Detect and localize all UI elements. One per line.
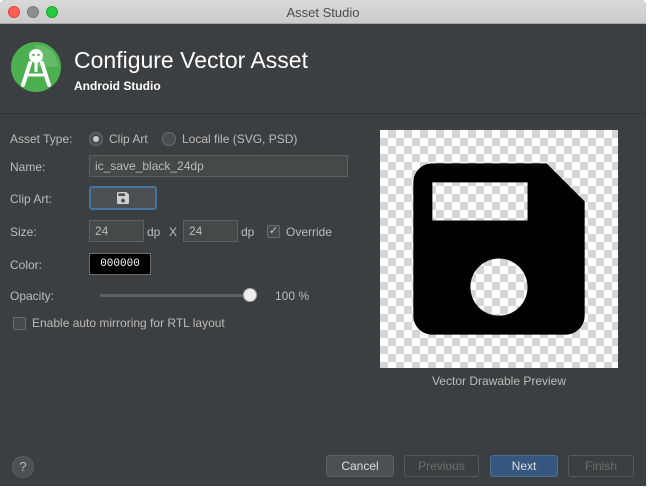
page-subtitle: Android Studio bbox=[74, 79, 161, 93]
opacity-slider-track[interactable] bbox=[100, 294, 252, 297]
override-checkbox[interactable]: ✓ bbox=[267, 225, 280, 238]
clip-art-label: Clip Art: bbox=[10, 192, 53, 206]
save-icon bbox=[413, 163, 585, 335]
opacity-label: Opacity: bbox=[10, 289, 55, 303]
wizard-header: Configure Vector Asset Android Studio bbox=[0, 25, 646, 113]
local-file-radio[interactable] bbox=[162, 132, 176, 146]
help-button[interactable]: ? bbox=[12, 456, 34, 478]
save-icon bbox=[117, 192, 129, 204]
clip-art-radio-label[interactable]: Clip Art bbox=[109, 132, 148, 146]
name-input[interactable]: ic_save_black_24dp bbox=[89, 155, 348, 177]
page-title: Configure Vector Asset bbox=[74, 47, 308, 73]
asset-studio-window: Asset Studio Configure Vector Asset Andr… bbox=[0, 0, 646, 486]
height-unit-label: dp bbox=[241, 225, 255, 239]
rtl-mirroring-checkbox[interactable] bbox=[13, 317, 26, 330]
clip-art-radio[interactable] bbox=[89, 132, 103, 146]
finish-button[interactable]: Finish bbox=[568, 455, 634, 477]
vector-preview-canvas bbox=[380, 130, 618, 368]
width-input[interactable]: 24 bbox=[89, 220, 144, 242]
size-separator: X bbox=[169, 225, 178, 239]
asset-type-label: Asset Type: bbox=[10, 132, 73, 146]
size-label: Size: bbox=[10, 225, 37, 239]
cancel-button[interactable]: Cancel bbox=[326, 455, 394, 477]
opacity-slider-thumb[interactable] bbox=[243, 288, 257, 302]
color-label: Color: bbox=[10, 258, 43, 272]
override-label[interactable]: Override bbox=[286, 225, 332, 239]
width-unit-label: dp bbox=[147, 225, 161, 239]
rtl-mirroring-label[interactable]: Enable auto mirroring for RTL layout bbox=[32, 316, 225, 330]
color-swatch-button[interactable]: 000000 bbox=[89, 253, 151, 275]
header-divider bbox=[0, 113, 646, 114]
window-title: Asset Studio bbox=[286, 5, 360, 20]
android-studio-logo-icon bbox=[11, 42, 61, 92]
local-file-radio-label[interactable]: Local file (SVG, PSD) bbox=[182, 132, 297, 146]
clip-art-picker-button[interactable] bbox=[89, 186, 157, 210]
preview-caption: Vector Drawable Preview bbox=[431, 374, 567, 388]
name-label: Name: bbox=[10, 160, 46, 174]
height-input[interactable]: 24 bbox=[183, 220, 238, 242]
opacity-value: 100 % bbox=[275, 289, 310, 303]
title-bar: Asset Studio bbox=[0, 0, 646, 24]
next-button[interactable]: Next bbox=[490, 455, 558, 477]
previous-button[interactable]: Previous bbox=[404, 455, 479, 477]
